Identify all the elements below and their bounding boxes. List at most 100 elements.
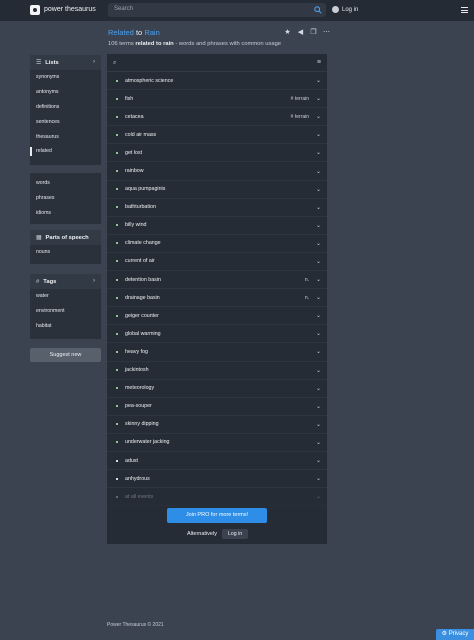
chevron-down-icon[interactable]: ⌄ <box>316 439 321 446</box>
speaker-icon[interactable]: ◀ <box>297 29 304 36</box>
sidebar-item-antonyms[interactable]: antonyms <box>30 85 101 100</box>
sidebar-item-habitat[interactable]: habitat <box>30 319 101 334</box>
term-label[interactable]: geiger counter <box>125 313 159 319</box>
term-label[interactable]: rainbow <box>125 168 144 174</box>
term-label[interactable]: detention basin <box>125 277 161 283</box>
chevron-down-icon[interactable]: ⌄ <box>316 403 321 410</box>
star-icon[interactable]: ★ <box>284 29 291 36</box>
filter-icon[interactable]: ≡ <box>317 59 321 66</box>
term-row[interactable]: skinny dipping ⌄ <box>107 416 327 434</box>
term-row[interactable]: aqua pumpaginis ⌄ <box>107 181 327 199</box>
sidebar-item-synonyms[interactable]: synonyms <box>30 70 101 85</box>
term-row[interactable]: bathturbation ⌄ <box>107 199 327 217</box>
sidebar-item-phrases[interactable]: phrases <box>30 191 101 206</box>
search-icon[interactable]: ⌕ <box>113 60 116 67</box>
term-label[interactable]: skinny dipping <box>125 421 159 427</box>
term-label[interactable]: adust <box>125 458 138 464</box>
term-row[interactable]: rainbow ⌄ <box>107 162 327 181</box>
chevron-down-icon[interactable]: ⌄ <box>316 312 321 319</box>
term-label[interactable]: cold air mass <box>125 132 156 138</box>
sidebar-item-idioms[interactable]: idioms <box>30 206 101 221</box>
copy-icon[interactable]: ❐ <box>310 29 317 36</box>
term-label[interactable]: atmospheric science <box>125 78 173 84</box>
term-label[interactable]: heavy fog <box>125 349 148 355</box>
more-icon[interactable]: ⋯ <box>323 29 330 36</box>
term-row[interactable]: detention basin n. ⌄ <box>107 271 327 290</box>
chevron-down-icon[interactable]: ⌄ <box>316 348 321 355</box>
sidebar-item-sentences[interactable]: sentences <box>30 114 101 129</box>
parts-of-speech-header[interactable]: ▦ Parts of speech <box>30 230 101 245</box>
term-label[interactable]: underwater jacking <box>125 439 169 445</box>
term-row[interactable]: jackintosh ⌄ <box>107 362 327 380</box>
chevron-down-icon[interactable]: ⌄ <box>316 276 321 283</box>
term-row[interactable]: meteorology ⌄ <box>107 380 327 398</box>
term-label[interactable]: anhydrous <box>125 476 150 482</box>
chevron-down-icon[interactable]: ⌄ <box>316 457 321 464</box>
login-button[interactable]: Log in <box>221 529 249 539</box>
chevron-down-icon[interactable]: ⌄ <box>316 240 321 247</box>
search-icon[interactable] <box>314 6 322 14</box>
term-label[interactable]: get lost <box>125 150 142 156</box>
chevron-down-icon[interactable]: ⌄ <box>316 330 321 337</box>
term-label[interactable]: bathturbation <box>125 204 156 210</box>
tags-header[interactable]: # Tags › <box>30 274 101 289</box>
chevron-down-icon[interactable]: ⌄ <box>316 294 321 301</box>
sidebar-item-environment[interactable]: environment <box>30 304 101 319</box>
term-row[interactable]: climate change ⌄ <box>107 235 327 253</box>
term-label[interactable]: cetacea <box>125 114 144 120</box>
sidebar-item-thesaurus[interactable]: thesaurus <box>30 129 101 144</box>
chevron-down-icon[interactable]: ⌄ <box>316 421 321 428</box>
term-row[interactable]: get lost ⌄ <box>107 144 327 163</box>
term-label[interactable]: meteorology <box>125 385 154 391</box>
term-label[interactable]: fish <box>125 96 133 102</box>
term-row[interactable]: cetacea # terrain ⌄ <box>107 108 327 127</box>
term-label[interactable]: drainage basin <box>125 295 160 301</box>
term-row[interactable]: geiger counter ⌄ <box>107 307 327 326</box>
term-label[interactable]: aqua pumpaginis <box>125 186 165 192</box>
term-row[interactable]: pea-souper ⌄ <box>107 398 327 416</box>
join-pro-button[interactable]: Join PRO for more terms! <box>167 508 267 523</box>
sidebar-item-words[interactable]: words <box>30 176 101 191</box>
sidebar-item-definitions[interactable]: definitions <box>30 100 101 115</box>
term-label[interactable]: global warming <box>125 331 161 337</box>
term-row[interactable]: heavy fog ⌄ <box>107 343 327 362</box>
logo-icon[interactable] <box>30 5 40 15</box>
chevron-down-icon[interactable]: ⌄ <box>316 168 321 175</box>
term-label[interactable]: jackintosh <box>125 367 149 373</box>
chevron-down-icon[interactable]: ⌄ <box>316 77 321 84</box>
term-row[interactable]: adust ⌄ <box>107 452 327 471</box>
chevron-down-icon[interactable]: ⌄ <box>316 475 321 482</box>
hamburger-menu-icon[interactable] <box>461 7 468 13</box>
chevron-down-icon[interactable]: ⌄ <box>316 149 321 156</box>
word-link[interactable]: Rain <box>144 28 159 37</box>
chevron-down-icon[interactable]: ⌄ <box>316 367 321 374</box>
suggest-new-button[interactable]: Suggest new <box>30 348 101 362</box>
term-row[interactable]: underwater jacking ⌄ <box>107 434 327 452</box>
term-row[interactable]: drainage basin n. ⌄ <box>107 289 327 308</box>
lists-header[interactable]: ☰ Lists › <box>30 55 101 70</box>
term-row[interactable]: cold air mass ⌄ <box>107 126 327 145</box>
term-row[interactable]: billy wind ⌄ <box>107 217 327 235</box>
privacy-button[interactable]: ⚙ Privacy <box>436 629 474 640</box>
related-link[interactable]: Related <box>108 28 134 37</box>
chevron-down-icon[interactable]: ⌄ <box>316 113 321 120</box>
chevron-down-icon[interactable]: ⌄ <box>316 493 321 500</box>
chevron-down-icon[interactable]: ⌄ <box>316 258 321 265</box>
term-label[interactable]: billy wind <box>125 222 147 228</box>
term-label[interactable]: pea-souper <box>125 403 152 409</box>
term-label[interactable]: current of air <box>125 258 155 264</box>
sidebar-item-related[interactable]: related <box>30 144 101 159</box>
term-label[interactable]: at all events <box>125 494 153 500</box>
term-label[interactable]: climate change <box>125 240 161 246</box>
term-row[interactable]: atmospheric science ⌄ <box>107 72 327 91</box>
term-row[interactable]: current of air ⌄ <box>107 253 327 272</box>
login-link[interactable]: Log in <box>332 6 358 13</box>
search-input[interactable]: Search <box>108 3 326 17</box>
term-row[interactable]: global warming ⌄ <box>107 325 327 344</box>
chevron-down-icon[interactable]: ⌄ <box>316 204 321 211</box>
chevron-down-icon[interactable]: ⌄ <box>316 131 321 138</box>
brand-name[interactable]: power thesaurus <box>44 6 96 13</box>
term-row[interactable]: fish # terrain ⌄ <box>107 90 327 109</box>
chevron-down-icon[interactable]: ⌄ <box>316 186 321 193</box>
sidebar-item-water[interactable]: water <box>30 289 101 304</box>
